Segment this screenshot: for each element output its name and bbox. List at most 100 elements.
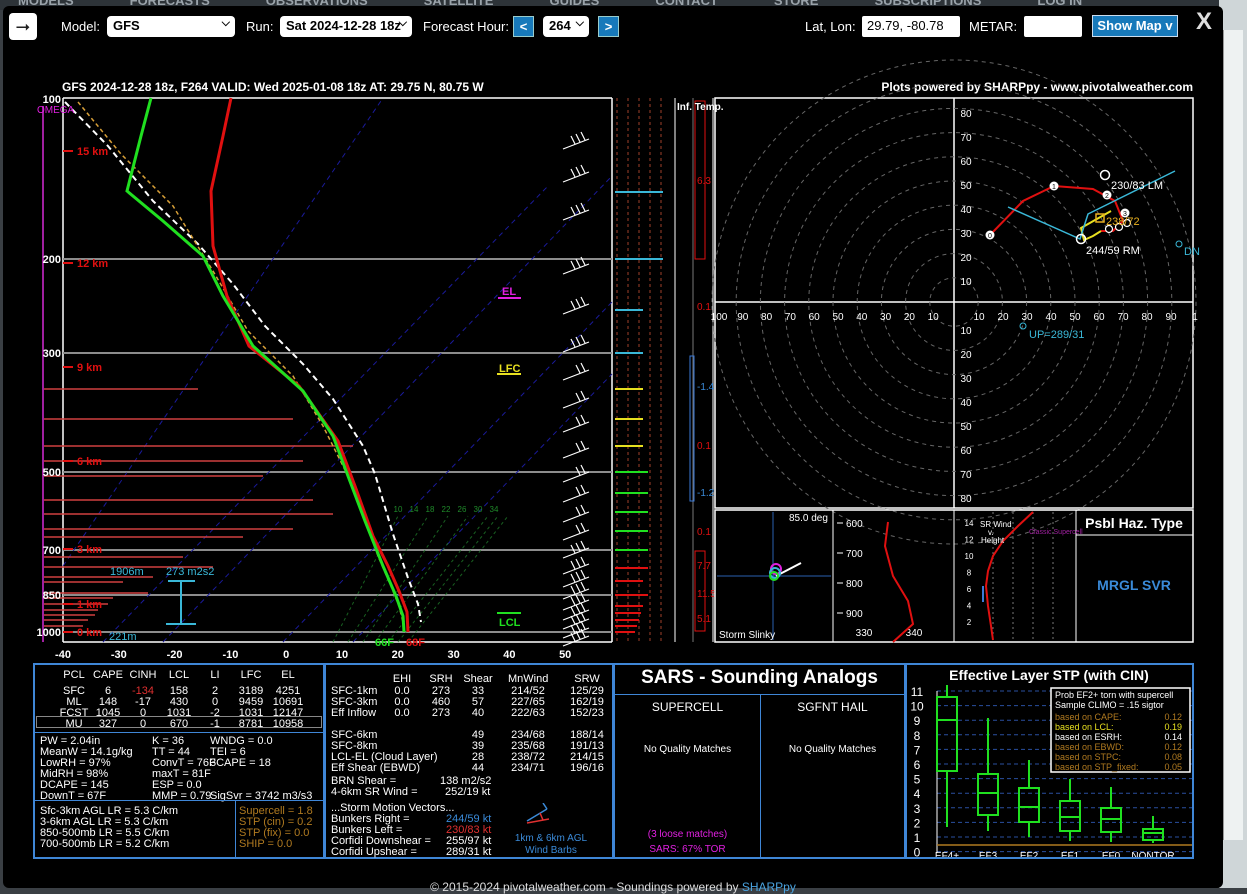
wind-barb-icon xyxy=(562,397,590,409)
kinematic-cell: MnWind xyxy=(508,673,549,685)
share-button[interactable]: ⭢ xyxy=(9,13,37,40)
show-map-button[interactable]: Show Map v xyxy=(1092,15,1178,37)
run-select[interactable]: Sat 2024-12-28 18z ⌵ xyxy=(280,16,412,37)
thetae-x-label: 330 xyxy=(856,628,873,639)
hazard-value: MRGL SVR xyxy=(1097,577,1171,593)
sharppy-link[interactable]: SHARPpy xyxy=(742,880,796,894)
hodo-ring-label: 10 xyxy=(960,326,972,337)
sars-supercell-title: SUPERCELL xyxy=(651,700,724,714)
hodo-ring-label: 70 xyxy=(1117,312,1129,323)
stp-prob-value: 0.14 xyxy=(1164,732,1182,742)
wind-barb-flag xyxy=(570,206,576,216)
kinematic-panel: EHI SRH Shear MnWind SRW SFC-1km 0.0 273 33 214/5… xyxy=(324,663,614,859)
stp-prob-value: 0.12 xyxy=(1164,742,1182,752)
sfc-temp-label: 68F xyxy=(406,637,425,649)
wind-barb-icon xyxy=(562,209,590,221)
wind-barb-flag xyxy=(580,581,586,591)
kinematic-cell: Shear xyxy=(463,673,493,685)
sars-hail-result: No Quality Matches xyxy=(788,744,877,755)
wind-barb-flag xyxy=(570,585,576,595)
hodo-height-marker-label: 2 xyxy=(1105,193,1109,200)
prev-hour-button[interactable]: < xyxy=(513,16,534,37)
wind-barb-flag xyxy=(580,484,586,494)
wind-barb-flag xyxy=(570,560,576,570)
stp-y-label: 3 xyxy=(914,802,921,816)
hodo-ring-label: 70 xyxy=(960,133,972,144)
kinematic-cell: 1km & 6km AGL Wind Barbs xyxy=(514,833,588,856)
wind-barbs-icon xyxy=(523,802,553,827)
stp-box xyxy=(1142,828,1164,841)
latlon-input[interactable]: 29.79, -80.78 xyxy=(862,16,960,37)
pressure-label: 850 xyxy=(43,590,61,602)
lower-right-panels: 85.0 deg Storm Slinky 600 700 800 900 330 340… xyxy=(714,509,1194,643)
srwind-y-label: 4 xyxy=(967,602,972,611)
sounding-credit: Plots powered by SHARPpy - www.pivotalwe… xyxy=(881,80,1193,94)
hodo-ring-label: 80 xyxy=(761,312,773,323)
wind-barb-icon xyxy=(562,576,590,588)
wind-barb-flag xyxy=(580,334,586,344)
parcel-header: EL xyxy=(281,669,295,681)
wind-profile-strip: Inf. Temp. 6.3 0.1 -1.4 0.1 -1.2 0.1 7.7 11.5 5.… xyxy=(615,98,724,642)
eff-inflow-bottom: 221m xyxy=(109,631,137,643)
wind-barb-flag xyxy=(575,524,581,534)
stp-y-label: 7 xyxy=(914,743,921,757)
forecast-hour-select[interactable]: 264 ⌵ xyxy=(543,16,589,37)
wind-barb-icon xyxy=(562,303,590,315)
hodograph: 80706050403020101020304050607080100 90 80 7… xyxy=(711,59,1200,545)
parcel-header: CINH xyxy=(129,669,157,681)
wind-barb-icon xyxy=(562,529,590,541)
height-label: 9 km xyxy=(77,362,102,374)
inferred-temp-title: Inf. Temp. xyxy=(677,102,724,113)
hodo-ring-label: 40 xyxy=(856,312,868,323)
wind-barb-flag xyxy=(580,602,586,612)
hodo-ring-label: 20 xyxy=(960,253,972,264)
wind-barb-icon xyxy=(562,369,590,381)
next-hour-button[interactable]: > xyxy=(598,16,619,37)
hazard-title: Psbl Haz. Type xyxy=(1085,515,1183,531)
wind-barb-flag xyxy=(580,620,586,630)
kinematic-cell: Eff Inflow xyxy=(331,707,377,719)
wind-barb-flag xyxy=(580,390,586,400)
slinky-deg: 85.0 deg xyxy=(789,513,828,524)
srwind-title: SR Wind xyxy=(980,520,1012,529)
run-label: Run: xyxy=(246,19,274,34)
temp-tick-label: -10 xyxy=(222,649,238,658)
wind-barb-flag xyxy=(580,611,586,621)
wind-barb-flag xyxy=(580,556,586,566)
metar-input[interactable] xyxy=(1024,16,1082,37)
hodo-ring-label: 90 xyxy=(1165,312,1177,323)
pressure-label: 1000 xyxy=(37,627,61,639)
wind-barb-flag xyxy=(575,558,581,568)
sars-title: SARS - Sounding Analogs xyxy=(641,667,878,688)
hodo-ring-label: 100 xyxy=(711,312,728,323)
chevron-down-icon: ⌵ xyxy=(398,17,407,29)
srwind-y-label: 6 xyxy=(967,585,972,594)
hodo-ring-label: 70 xyxy=(785,312,797,323)
temp-tick-label: 10 xyxy=(336,649,348,658)
stp-category-label: EF0 xyxy=(1102,851,1121,857)
forecast-hour-value: 264 xyxy=(549,18,571,33)
thetae-y-label: 700 xyxy=(846,549,863,560)
sars-hail-title: SGFNT HAIL xyxy=(797,700,868,714)
stp-category-label: NONTOR xyxy=(1131,851,1174,857)
close-button[interactable]: X xyxy=(1196,8,1212,36)
stp-y-label: 4 xyxy=(914,787,921,801)
thetae-x-label: 340 xyxy=(906,628,923,639)
wind-barb-flag xyxy=(570,168,576,178)
wind-barb-flag xyxy=(575,133,581,143)
sfc-dewpoint-label: 66F xyxy=(375,637,394,649)
temp-tick-label: 0 xyxy=(283,649,289,658)
hodo-ring-label: 50 xyxy=(960,422,972,433)
kinematic-cell: 44 xyxy=(471,762,485,774)
model-select[interactable]: GFS ⌵ xyxy=(107,16,235,37)
wind-barb-flag xyxy=(570,615,576,625)
parcel-cell: 10958 xyxy=(272,718,304,730)
wind-barb-flag xyxy=(570,596,576,606)
stp-y-label: 6 xyxy=(914,758,921,772)
sars-loose-matches: (3 loose matches) xyxy=(647,829,728,840)
mixing-ratio-label: 14 xyxy=(410,505,419,514)
wind-barb-flag xyxy=(575,442,581,452)
wind-barb-icon xyxy=(562,635,590,647)
model-select-value: GFS xyxy=(113,18,140,33)
chevron-down-icon: v xyxy=(1165,18,1173,33)
